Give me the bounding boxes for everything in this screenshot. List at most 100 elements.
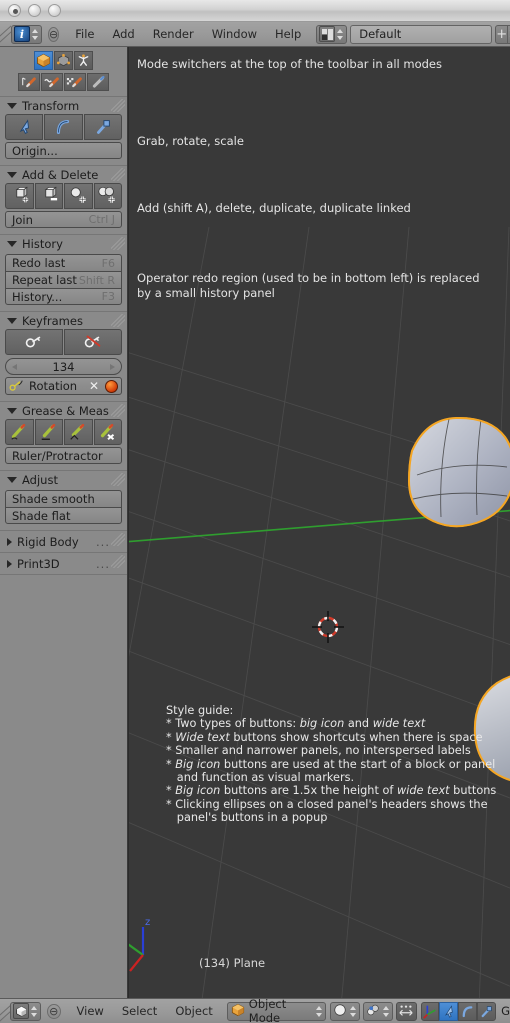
window-minimize-button[interactable] [28, 4, 41, 17]
duplicate-linked-button[interactable] [93, 183, 122, 209]
panel-resize-grip[interactable] [111, 533, 125, 546]
style-guide-line-3: * Big icon buttons are used at the start… [166, 757, 496, 771]
duplicate-button[interactable] [64, 183, 93, 209]
window-close-button[interactable] [8, 4, 21, 17]
shade-smooth-button[interactable]: Shade smooth [5, 490, 122, 507]
interaction-mode-value: Object Mode [248, 998, 287, 1023]
print3d-ellipsis[interactable]: ... [96, 557, 110, 571]
ruler-protractor-button[interactable]: Ruler/Protractor [5, 447, 122, 464]
screen-layout-selector[interactable] [316, 24, 348, 44]
mesh-object-primary [407, 416, 510, 528]
panel-header-rigid-body[interactable]: Rigid Body ... [0, 531, 127, 552]
clear-keying-set-icon[interactable]: ✕ [89, 380, 99, 392]
solid-shading-icon [333, 1003, 347, 1020]
header-corner-grip[interactable] [0, 22, 11, 47]
interaction-mode-selector[interactable]: Object Mode [226, 999, 326, 1023]
menu-window[interactable]: Window [203, 27, 266, 41]
window-zoom-button[interactable] [48, 4, 61, 17]
editor-type-selector[interactable]: i [11, 24, 42, 44]
panel-header-history[interactable]: History [0, 235, 127, 252]
pivot-point-selector[interactable] [362, 1001, 393, 1021]
panel-transform: Transform Origin... [0, 96, 127, 165]
rotate-manipulator-button[interactable] [458, 1001, 478, 1021]
delete-object-button[interactable] [34, 183, 63, 209]
brush-button-weight-paint[interactable] [87, 73, 109, 91]
rigid-body-ellipsis[interactable]: ... [96, 535, 110, 549]
rotate-button[interactable] [44, 114, 83, 140]
menu-add[interactable]: Add [103, 27, 143, 41]
screen-layout-name-field[interactable]: Default [350, 24, 493, 44]
panel-header-print3d[interactable]: Print3D ... [0, 553, 127, 574]
menu-object[interactable]: Object [166, 1004, 221, 1018]
insert-keyframe-button[interactable] [5, 329, 63, 355]
panel-header-adjust[interactable]: Adjust [0, 471, 127, 488]
panel-header-add-delete[interactable]: Add & Delete [0, 166, 127, 183]
panel-resize-grip[interactable] [111, 314, 125, 327]
scale-manipulator-button[interactable] [477, 1001, 497, 1021]
panel-header-keyframes[interactable]: Keyframes [0, 312, 127, 329]
brush-button-vertex-paint[interactable] [41, 73, 63, 91]
transform-button-row [5, 114, 122, 140]
redo-last-button[interactable]: Redo last F6 [5, 254, 122, 271]
brush-button-texture-paint[interactable] [64, 73, 86, 91]
panel-resize-grip[interactable] [111, 404, 125, 417]
panel-header-transform[interactable]: Transform [0, 97, 127, 114]
delete-keyframe-button[interactable] [64, 329, 122, 355]
frame-prev-icon[interactable] [12, 364, 17, 370]
shade-flat-button[interactable]: Shade flat [5, 507, 122, 524]
add-object-button[interactable] [5, 183, 34, 209]
chevron-down-icon [7, 407, 17, 414]
scale-button[interactable] [83, 114, 122, 140]
chevron-updown-icon [31, 27, 39, 42]
frame-number-field[interactable]: 134 [5, 358, 122, 375]
repeat-last-button[interactable]: Repeat last Shift R [5, 271, 122, 288]
translate-button[interactable] [5, 114, 44, 140]
tool-sidebar: Transform Origin... Add & Delete Join Ct… [0, 47, 128, 998]
viewport-shading-selector[interactable] [329, 1001, 360, 1021]
origin-button[interactable]: Origin... [5, 142, 122, 159]
menu-select[interactable]: Select [113, 1004, 166, 1018]
collapse-menus-icon[interactable]: ⊖ [48, 26, 60, 42]
viewport-header-bar: ⊖ View Select Object Object Mode G [0, 998, 510, 1023]
note-mode-switchers: Mode switchers at the top of the toolbar… [137, 57, 443, 71]
manipulator-axes-icon[interactable] [420, 1001, 440, 1021]
menu-view[interactable]: View [68, 1004, 113, 1018]
panel-resize-grip[interactable] [111, 99, 125, 112]
mode-button-edit[interactable] [54, 51, 73, 70]
transform-orientation-value[interactable]: G [501, 1004, 510, 1018]
panel-header-grease-and-measure[interactable]: Grease & Meas [0, 402, 127, 419]
keying-set-row[interactable]: Rotation ✕ [5, 377, 122, 395]
draw-freehand-button[interactable] [5, 419, 34, 445]
panel-resize-grip[interactable] [111, 555, 125, 568]
collapse-menus-icon[interactable]: ⊖ [47, 1003, 61, 1019]
menu-bar: File Add Render Window Help [66, 27, 310, 41]
erase-stroke-button[interactable] [93, 419, 122, 445]
menu-render[interactable]: Render [144, 27, 203, 41]
footer-corner-grip[interactable] [0, 999, 10, 1023]
viewport-menu-bar: View Select Object [68, 1004, 222, 1018]
draw-poly-button[interactable] [64, 419, 93, 445]
menu-help[interactable]: Help [266, 27, 310, 41]
record-dot-icon[interactable] [105, 379, 118, 393]
panel-resize-grip[interactable] [111, 168, 125, 181]
history-button[interactable]: History... F3 [5, 288, 122, 305]
keyframe-button-row [5, 329, 122, 355]
add-delete-button-row [5, 183, 122, 209]
draw-line-button[interactable] [34, 419, 63, 445]
translate-manipulator-button[interactable] [439, 1001, 459, 1021]
viewport-editor-type-selector[interactable] [10, 1001, 41, 1021]
mode-button-pose[interactable] [74, 51, 93, 70]
proportional-edit-icon[interactable] [395, 1001, 417, 1021]
3d-viewport[interactable]: z y Mode switchers at the top of the too… [129, 47, 510, 998]
panel-resize-grip[interactable] [111, 473, 125, 486]
menu-file[interactable]: File [66, 27, 103, 41]
add-layout-button[interactable]: + [495, 24, 509, 44]
axis-gizmo: z y [129, 917, 150, 972]
brush-button-sculpt[interactable] [18, 73, 40, 91]
frame-next-icon[interactable] [110, 364, 115, 370]
panel-resize-grip[interactable] [111, 237, 125, 250]
panel-title-transform: Transform [22, 98, 80, 113]
join-button[interactable]: Join Ctrl J [5, 211, 122, 228]
mode-button-object[interactable] [34, 51, 53, 70]
grease-button-row [5, 419, 122, 445]
